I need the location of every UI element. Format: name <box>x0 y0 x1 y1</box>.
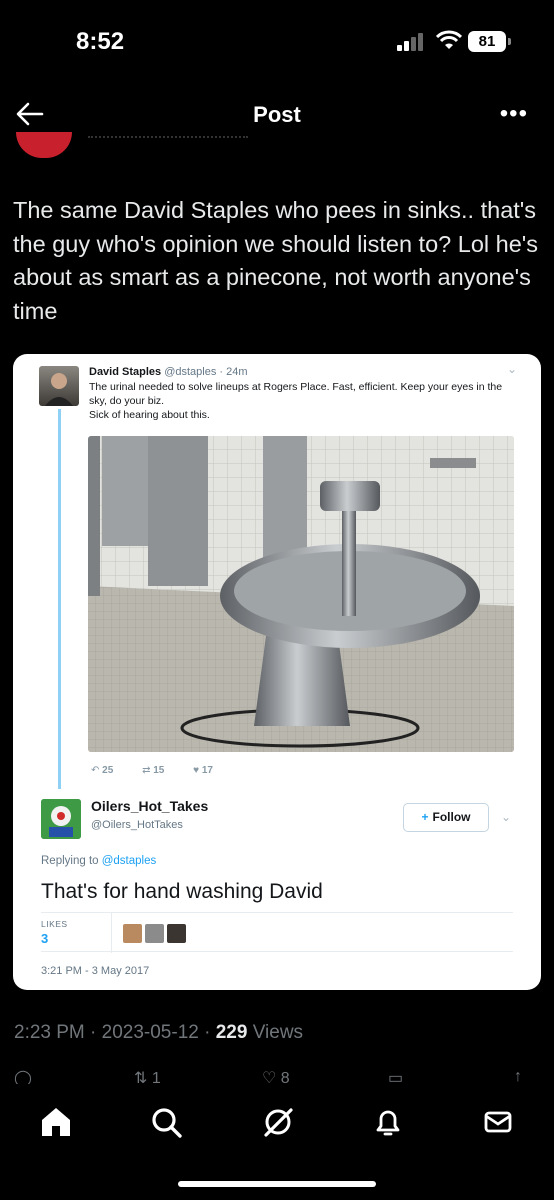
reply-count: ↶ 25 <box>91 765 114 776</box>
like-count: ♥ 17 <box>193 765 213 776</box>
avatar <box>41 799 81 839</box>
replying-to: Replying to @dstaples <box>41 855 157 867</box>
search-icon[interactable] <box>146 1102 186 1142</box>
tweet-date: 3:21 PM - 3 May 2017 <box>41 965 150 977</box>
bookmark-icon[interactable]: ▭ <box>388 1068 403 1084</box>
avatar <box>39 366 79 406</box>
messages-icon[interactable] <box>478 1102 518 1142</box>
follow-button: + Follow <box>403 803 489 832</box>
post-text: The same David Staples who pees in sinks… <box>13 197 539 324</box>
home-indicator <box>178 1181 376 1187</box>
tweet-actions: ↶ 25 ⇄ 15 ♥ 17 <box>91 765 239 776</box>
avatar[interactable] <box>16 132 72 158</box>
post-meta: 2:23 PM · 2023-05-12 · 229 Views <box>14 1022 304 1043</box>
retweet-icon[interactable]: ⇅ 1 <box>134 1068 161 1084</box>
cut-off-username <box>88 136 248 146</box>
reply-icon[interactable]: ◯ <box>14 1068 32 1084</box>
restroom-photo <box>88 436 514 752</box>
chevron-down-icon: ⌄ <box>506 362 517 376</box>
status-bar: 8:52 81 <box>0 0 554 80</box>
more-icon[interactable]: ••• <box>500 100 528 128</box>
status-time: 8:52 <box>76 28 125 55</box>
grok-icon[interactable] <box>258 1102 298 1142</box>
tweet-body: The urinal needed to solve lineups at Ro… <box>89 381 503 421</box>
likes-row: LIKES 3 <box>41 912 513 953</box>
like-icon[interactable]: ♡ 8 <box>262 1068 290 1084</box>
chevron-down-icon: ⌄ <box>501 810 512 824</box>
page-title: Post <box>253 102 301 127</box>
tweet-author: David Staples @dstaples · 24m <box>89 366 248 378</box>
views-count: 229 <box>215 1022 248 1043</box>
reply-text: That's for hand washing David <box>41 880 323 903</box>
battery-icon: 81 <box>468 31 511 52</box>
share-icon[interactable]: ↑ <box>514 1068 522 1084</box>
notifications-icon[interactable] <box>368 1102 408 1142</box>
avatar <box>167 924 186 943</box>
action-bar: ◯ ⇅ 1 ♡ 8 ▭ ↑ <box>0 1068 554 1084</box>
retweet-count: ⇄ 15 <box>142 765 165 776</box>
signal-icon <box>397 33 427 51</box>
tweet-author: Oilers_Hot_Takes <box>91 798 209 814</box>
tweet-handle: @Oilers_HotTakes <box>91 819 183 831</box>
post-header: Post ••• <box>0 90 554 140</box>
avatar <box>145 924 164 943</box>
home-icon[interactable] <box>36 1102 76 1142</box>
attached-image[interactable]: David Staples @dstaples · 24m ⌄ The urin… <box>13 354 541 990</box>
avatar <box>123 924 142 943</box>
add-user-icon: + <box>421 810 429 824</box>
wifi-icon <box>436 30 462 49</box>
thread-line <box>58 409 61 789</box>
